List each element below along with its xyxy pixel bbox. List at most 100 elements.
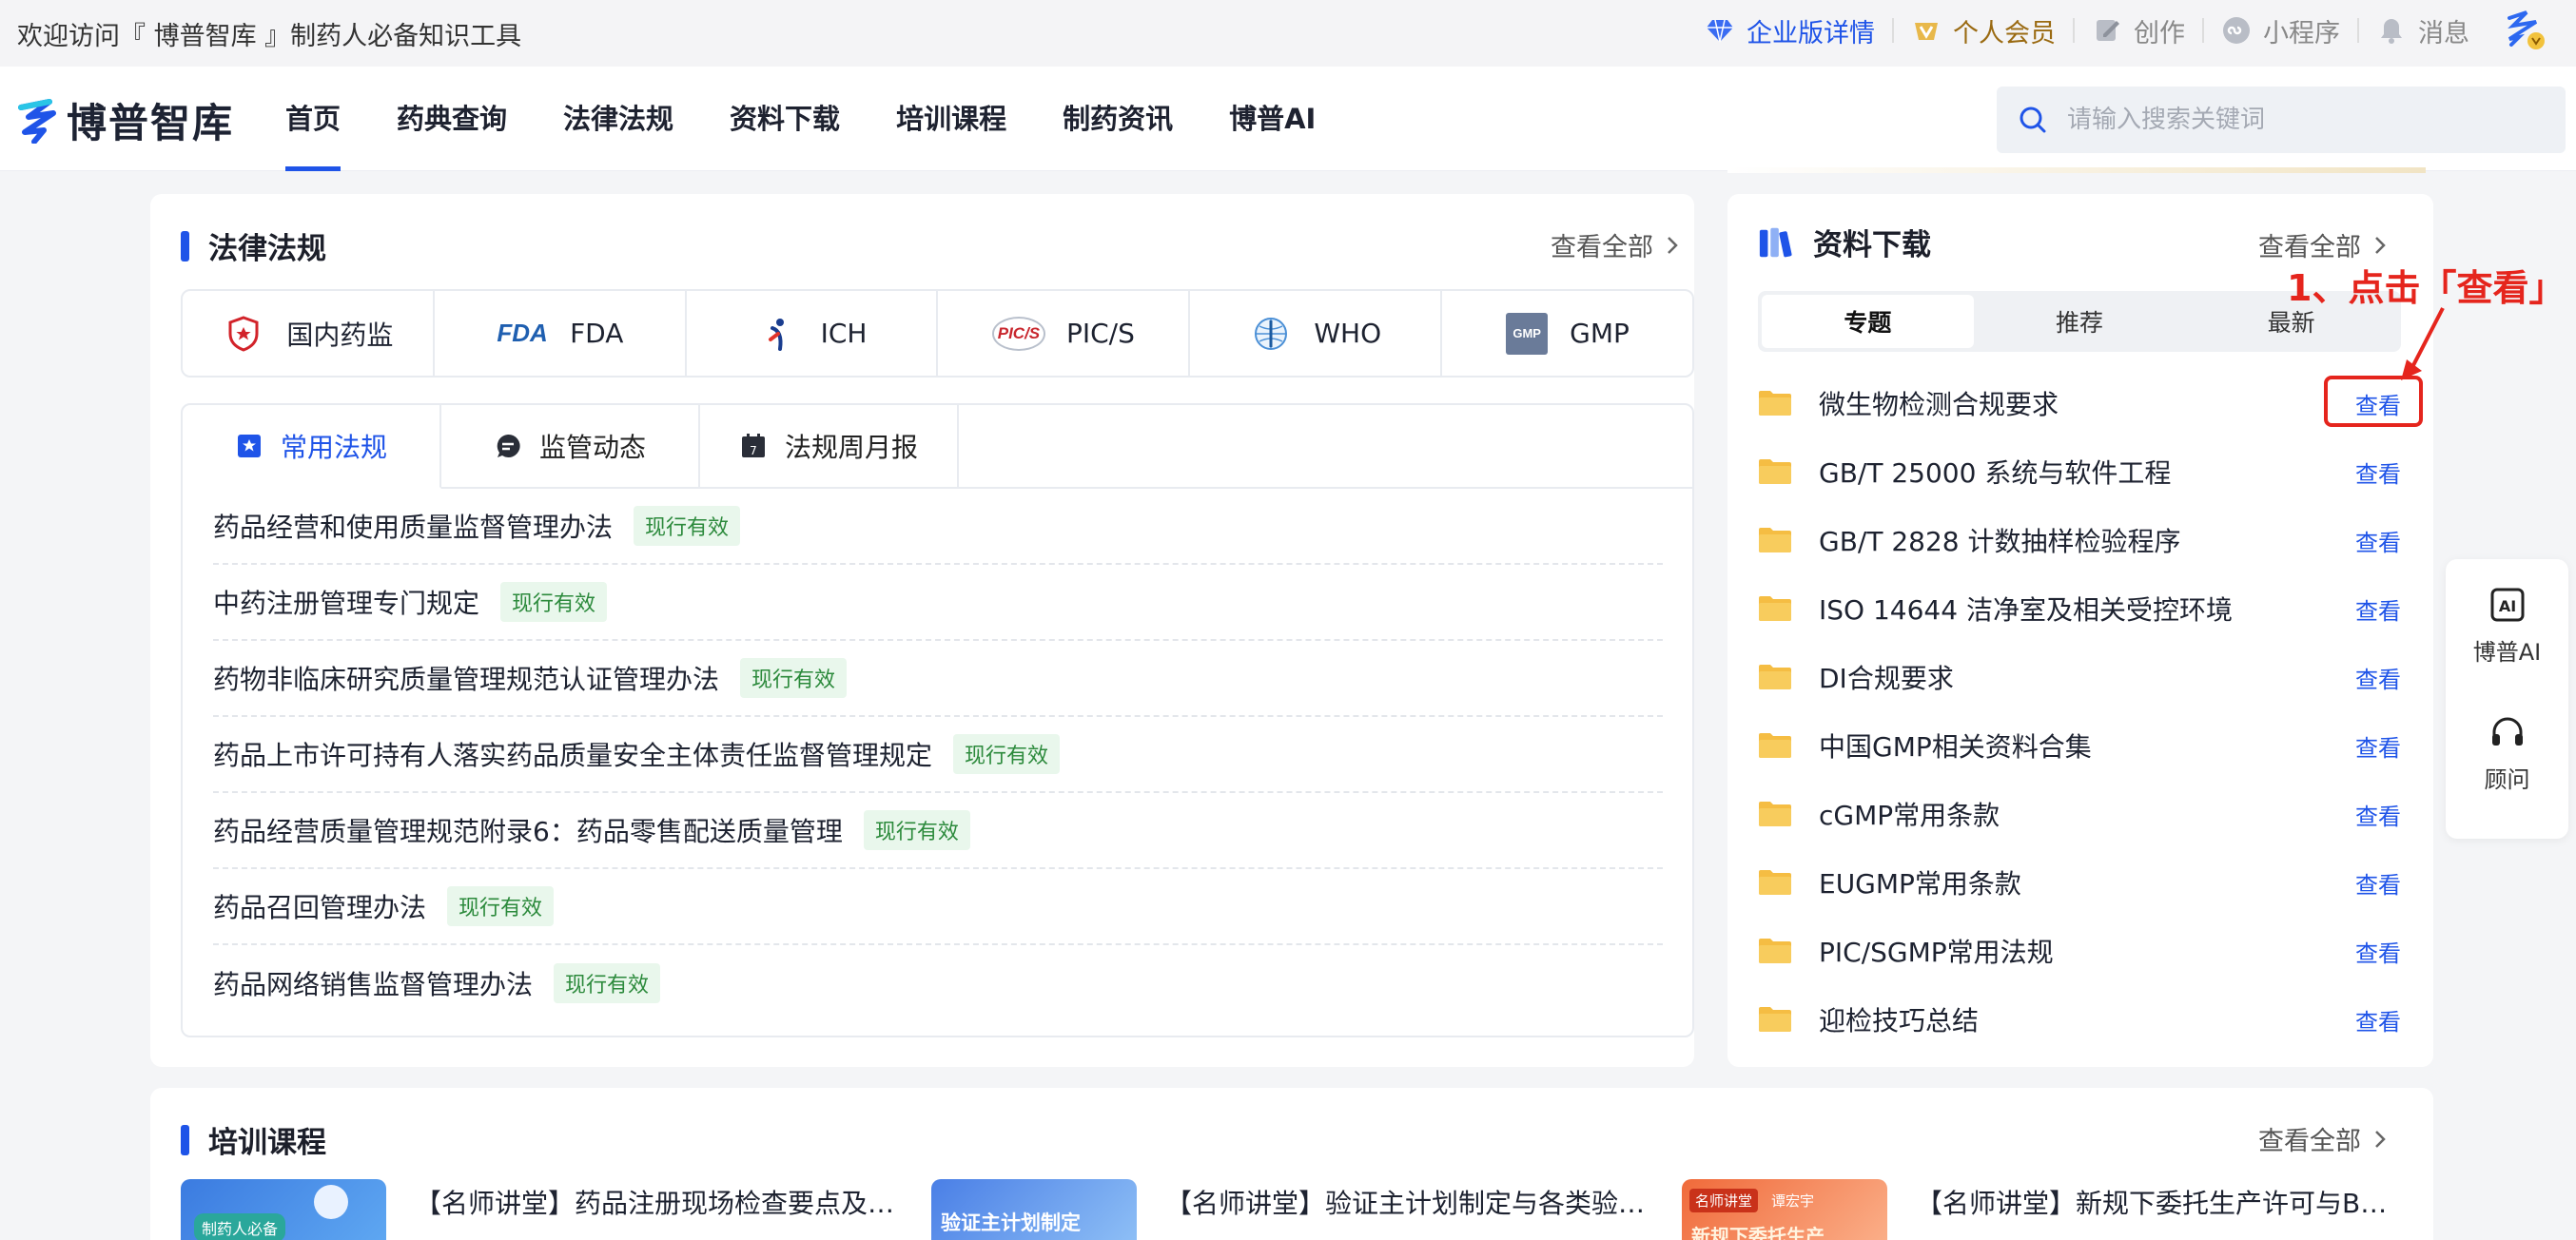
downloads-header: 资料下载 <box>1758 221 1931 263</box>
view-button[interactable]: 查看 <box>2355 1003 2401 1037</box>
status-badge: 现行有效 <box>554 963 661 1003</box>
pics-logo-icon: PIC/S <box>991 312 1046 356</box>
search-icon <box>2020 107 2046 133</box>
annotation-text: 1、点击「查看」 <box>2287 267 2566 309</box>
item-name[interactable]: DI合规要求 <box>1819 658 2355 696</box>
org-label: WHO <box>1314 318 1382 349</box>
create-link[interactable]: 创作 <box>2075 12 2202 49</box>
org-label: FDA <box>570 318 624 349</box>
section-marker <box>181 230 189 262</box>
course-title[interactable]: 【名师讲堂】新规下委托生产许可与B… <box>1916 1183 2387 1221</box>
ai-assistant-button[interactable]: AI 博普AI <box>2446 586 2568 667</box>
course-thumbnail[interactable]: 制药人必备 <box>181 1179 386 1240</box>
course-thumbnail[interactable]: 验证主计划制定 <box>931 1179 1137 1240</box>
course-item[interactable]: 验证主计划制定 【名师讲堂】验证主计划制定与各类验… <box>931 1179 1645 1240</box>
brand-name: 博普智库 <box>67 100 235 146</box>
view-button[interactable]: 查看 <box>2355 866 2401 900</box>
org-nmpa[interactable]: 国内药监 <box>183 291 435 376</box>
law-title[interactable]: 药品上市许可持有人落实药品质量安全主体责任监督管理规定 <box>213 735 932 773</box>
law-title[interactable]: 药品经营和使用质量监督管理办法 <box>213 507 613 545</box>
view-button[interactable]: 查看 <box>2355 661 2401 694</box>
search-box[interactable] <box>1997 87 2566 153</box>
item-name[interactable]: EUGMP常用条款 <box>1819 863 2355 901</box>
nav-item-laws[interactable]: 法律法规 <box>563 67 673 171</box>
chat-icon <box>497 434 520 457</box>
diamond-icon <box>1707 19 1733 43</box>
course-item[interactable]: 制药人必备 【名师讲堂】药品注册现场检查要点及… <box>181 1179 894 1240</box>
list-item: GB/T 25000 系统与软件工程 查看 <box>1758 437 2403 506</box>
nav-item-news[interactable]: 制药资讯 <box>1063 67 1173 171</box>
enterprise-label: 企业版详情 <box>1747 18 1875 48</box>
tab-topics[interactable]: 专题 <box>1762 295 1974 348</box>
nav-item-ai[interactable]: 博普AI <box>1229 67 1316 171</box>
item-name[interactable]: GB/T 25000 系统与软件工程 <box>1819 453 2355 491</box>
courses-title: 培训课程 <box>208 1126 326 1160</box>
list-item: GB/T 2828 计数抽样检验程序 查看 <box>1758 506 2403 574</box>
org-who[interactable]: WHO <box>1190 291 1443 376</box>
list-item[interactable]: 药品上市许可持有人落实药品质量安全主体责任监督管理规定 现行有效 <box>213 717 1663 793</box>
decor-sphere <box>314 1185 348 1219</box>
thumb-tag: 名师讲堂 <box>1689 1189 1759 1212</box>
law-title[interactable]: 药物非临床研究质量管理规范认证管理办法 <box>213 659 719 697</box>
law-title[interactable]: 中药注册管理专门规定 <box>213 583 479 621</box>
laws-view-all[interactable]: 查看全部 <box>1551 226 1680 263</box>
messages-link[interactable]: 消息 <box>2359 12 2487 49</box>
item-name[interactable]: ISO 14644 洁净室及相关受控环境 <box>1819 590 2355 628</box>
laws-list: 药品经营和使用质量监督管理办法 现行有效 中药注册管理专门规定 现行有效 药物非临床… <box>213 489 1663 1021</box>
law-title[interactable]: 药品召回管理办法 <box>213 887 426 925</box>
view-button[interactable]: 查看 <box>2355 798 2401 831</box>
view-button[interactable]: 查看 <box>2355 592 2401 626</box>
nav-item-courses[interactable]: 培训课程 <box>896 67 1006 171</box>
org-gmp[interactable]: GMP GMP <box>1442 291 1692 376</box>
avatar[interactable] <box>2487 9 2547 52</box>
consultant-button[interactable]: 顾问 <box>2446 713 2568 794</box>
view-button[interactable]: 查看 <box>2355 455 2401 489</box>
list-item[interactable]: 药品召回管理办法 现行有效 <box>213 869 1663 945</box>
item-name[interactable]: cGMP常用条款 <box>1819 795 2355 833</box>
member-link[interactable]: 个人会员 <box>1894 12 2073 49</box>
thumb-headline: 新规下委托生产 <box>1691 1225 1825 1240</box>
nav-item-downloads[interactable]: 资料下载 <box>730 67 840 171</box>
item-name[interactable]: PIC/SGMP常用法规 <box>1819 932 2355 970</box>
law-title[interactable]: 药品网络销售监督管理办法 <box>213 964 533 1002</box>
list-item[interactable]: 药品经营和使用质量监督管理办法 现行有效 <box>213 489 1663 565</box>
brand-logo[interactable]: 博普智库 <box>15 91 234 149</box>
list-item[interactable]: 药品经营质量管理规范附录6：药品零售配送质量管理 现行有效 <box>213 793 1663 869</box>
status-badge: 现行有效 <box>634 506 741 546</box>
ai-label: 博普AI <box>2472 639 2542 666</box>
item-name[interactable]: GB/T 2828 计数抽样检验程序 <box>1819 521 2355 559</box>
nav-item-home[interactable]: 首页 <box>285 67 342 171</box>
course-title[interactable]: 【名师讲堂】药品注册现场检查要点及… <box>415 1183 894 1221</box>
course-thumbnail[interactable]: 名师讲堂 谭宏宇 新规下委托生产 <box>1682 1179 1887 1240</box>
view-button[interactable]: 查看 <box>2355 524 2401 557</box>
list-item[interactable]: 药品网络销售监督管理办法 现行有效 <box>213 945 1663 1021</box>
item-name[interactable]: 迎检技巧总结 <box>1819 1000 2355 1038</box>
list-item: EUGMP常用条款 查看 <box>1758 848 2403 917</box>
calendar-icon: 7 <box>741 434 765 457</box>
nav-item-pharmacopoeia[interactable]: 药典查询 <box>397 67 507 171</box>
welcome-text: 欢迎访问『 博普智库 』制药人必备知识工具 <box>17 22 522 51</box>
view-button[interactable]: 查看 <box>2355 729 2401 763</box>
item-name[interactable]: 微生物检测合规要求 <box>1819 384 2355 422</box>
search-input[interactable] <box>2067 106 2524 134</box>
org-pics[interactable]: PIC/S PIC/S <box>938 291 1191 376</box>
tab-weekly-report[interactable]: 7 法规周月报 <box>700 405 959 489</box>
tab-recommended[interactable]: 推荐 <box>1974 295 2186 348</box>
enterprise-link[interactable]: 企业版详情 <box>1688 12 1892 49</box>
tab-common-laws[interactable]: 常用法规 <box>183 405 441 489</box>
org-fda[interactable]: FDA FDA <box>435 291 687 376</box>
miniprogram-link[interactable]: 小程序 <box>2204 12 2357 49</box>
law-title[interactable]: 药品经营质量管理规范附录6：药品零售配送质量管理 <box>213 811 843 849</box>
list-item[interactable]: 中药注册管理专门规定 现行有效 <box>213 565 1663 641</box>
view-button[interactable]: 查看 <box>2355 935 2401 968</box>
courses-view-all[interactable]: 查看全部 <box>2258 1120 2388 1157</box>
fda-logo-icon: FDA <box>497 319 548 347</box>
tab-regulatory-news[interactable]: 监管动态 <box>441 405 700 489</box>
item-name[interactable]: 中国GMP相关资料合集 <box>1819 727 2355 765</box>
course-title[interactable]: 【名师讲堂】验证主计划制定与各类验… <box>1165 1183 1645 1221</box>
list-item: DI合规要求 查看 <box>1758 643 2403 711</box>
org-ich[interactable]: ICH <box>687 291 939 376</box>
list-item[interactable]: 药物非临床研究质量管理规范认证管理办法 现行有效 <box>213 641 1663 717</box>
top-bar: 欢迎访问『 博普智库 』制药人必备知识工具 企业版详情 个人会员 创作 小程序 … <box>0 0 2576 67</box>
course-item[interactable]: 名师讲堂 谭宏宇 新规下委托生产 【名师讲堂】新规下委托生产许可与B… <box>1682 1179 2387 1240</box>
